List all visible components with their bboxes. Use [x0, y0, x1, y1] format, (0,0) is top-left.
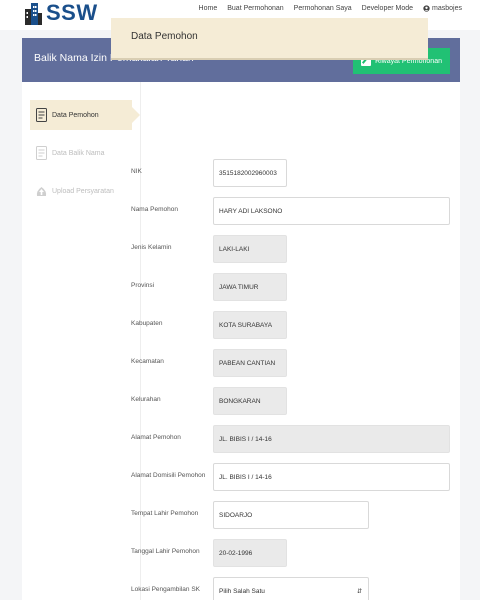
nav-links: Home Buat Permohonan Permohonan Saya Dev… — [199, 5, 462, 12]
form-label: Nama Pemohon — [131, 206, 178, 213]
form-row-lokasi-sk: Lokasi Pengambilan SK Pilih Salah Satu ⇵ — [131, 577, 451, 600]
nav-link-developer-mode[interactable]: Developer Mode — [362, 5, 413, 12]
section-header: Data Pemohon — [111, 18, 428, 60]
kecamatan-field: PABEAN CANTIAN — [213, 349, 287, 377]
jenis-kelamin-field: LAKI-LAKI — [213, 235, 287, 263]
nav-user-menu[interactable]: masbojes — [423, 5, 462, 12]
alamat-domisili-field[interactable]: JL. BIBIS I / 14-16 — [213, 463, 450, 491]
document-icon — [36, 108, 47, 122]
tanggal-lahir-field: 20-02-1996 — [213, 539, 287, 567]
nav-link-permohonan-saya[interactable]: Permohonan Saya — [294, 5, 352, 12]
form-label: Provinsi — [131, 282, 155, 289]
step-upload-persyaratan[interactable]: Upload Persyaratan — [30, 176, 132, 206]
nav-link-buat-permohonan[interactable]: Buat Permohonan — [227, 5, 283, 12]
form-label: Kelurahan — [131, 396, 161, 403]
form-row-alamat-domisili: Alamat Domisili Pemohon JL. BIBIS I / 14… — [131, 463, 451, 491]
kabupaten-field: KOTA SURABAYA — [213, 311, 287, 339]
form-label: Tempat Lahir Pemohon — [131, 510, 199, 517]
form-row-jenis-kelamin: Jenis Kelamin LAKI-LAKI — [131, 235, 451, 263]
form-label: NIK — [131, 168, 142, 175]
step-label: Upload Persyaratan — [52, 187, 114, 195]
provinsi-field: JAWA TIMUR — [213, 273, 287, 301]
upload-icon — [36, 187, 47, 196]
form-label: Kabupaten — [131, 320, 163, 327]
kelurahan-field: BONGKARAN — [213, 387, 287, 415]
form-label: Alamat Domisili Pemohon — [131, 472, 206, 479]
tempat-lahir-field[interactable]: SIDOARJO — [213, 501, 369, 529]
form-row-kelurahan: Kelurahan BONGKARAN — [131, 387, 451, 415]
form-row-tempat-lahir: Tempat Lahir Pemohon SIDOARJO — [131, 501, 451, 529]
form-row-tanggal-lahir: Tanggal Lahir Pemohon 20-02-1996 — [131, 539, 451, 567]
nama-pemohon-field[interactable]: HARY ADI LAKSONO — [213, 197, 450, 225]
step-data-pemohon[interactable]: Data Pemohon — [30, 100, 140, 130]
document-icon — [36, 146, 47, 160]
section-title: Data Pemohon — [131, 31, 198, 42]
lokasi-pengambilan-sk-select[interactable]: Pilih Salah Satu ⇵ — [213, 577, 369, 600]
brand-logo[interactable]: SSW — [24, 0, 98, 26]
form-label: Alamat Pemohon — [131, 434, 181, 441]
select-arrows-icon: ⇵ — [356, 588, 362, 595]
form-row-provinsi: Provinsi JAWA TIMUR — [131, 273, 451, 301]
form-label: Lokasi Pengambilan SK — [131, 586, 201, 593]
user-circle-icon — [423, 5, 430, 12]
brand-name: SSW — [46, 0, 98, 25]
form-row-kecamatan: Kecamatan PABEAN CANTIAN — [131, 349, 451, 377]
form-label: Jenis Kelamin — [131, 244, 172, 251]
nik-field[interactable]: 3515182002960003 — [213, 159, 287, 187]
form-row-alamat-pemohon: Alamat Pemohon JL. BIBIS I / 14-16 — [131, 425, 451, 453]
step-label: Data Balik Nama — [52, 149, 105, 157]
nav-username: masbojes — [432, 5, 462, 12]
nav-link-home[interactable]: Home — [199, 5, 218, 12]
alamat-pemohon-field: JL. BIBIS I / 14-16 — [213, 425, 450, 453]
form-label: Kecamatan — [131, 358, 164, 365]
form-row-kabupaten: Kabupaten KOTA SURABAYA — [131, 311, 451, 339]
form-label: Tanggal Lahir Pemohon — [131, 548, 200, 555]
building-logo-icon — [24, 1, 42, 25]
wizard-steps: Data Pemohon Data Balik Nama Upload Pers… — [30, 100, 140, 214]
step-label: Data Pemohon — [52, 111, 99, 119]
select-value: Pilih Salah Satu — [219, 587, 265, 595]
step-data-balik-nama[interactable]: Data Balik Nama — [30, 138, 132, 168]
form-row-nik: NIK 3515182002960003 — [131, 159, 451, 187]
form-row-nama-pemohon: Nama Pemohon HARY ADI LAKSONO — [131, 197, 451, 225]
